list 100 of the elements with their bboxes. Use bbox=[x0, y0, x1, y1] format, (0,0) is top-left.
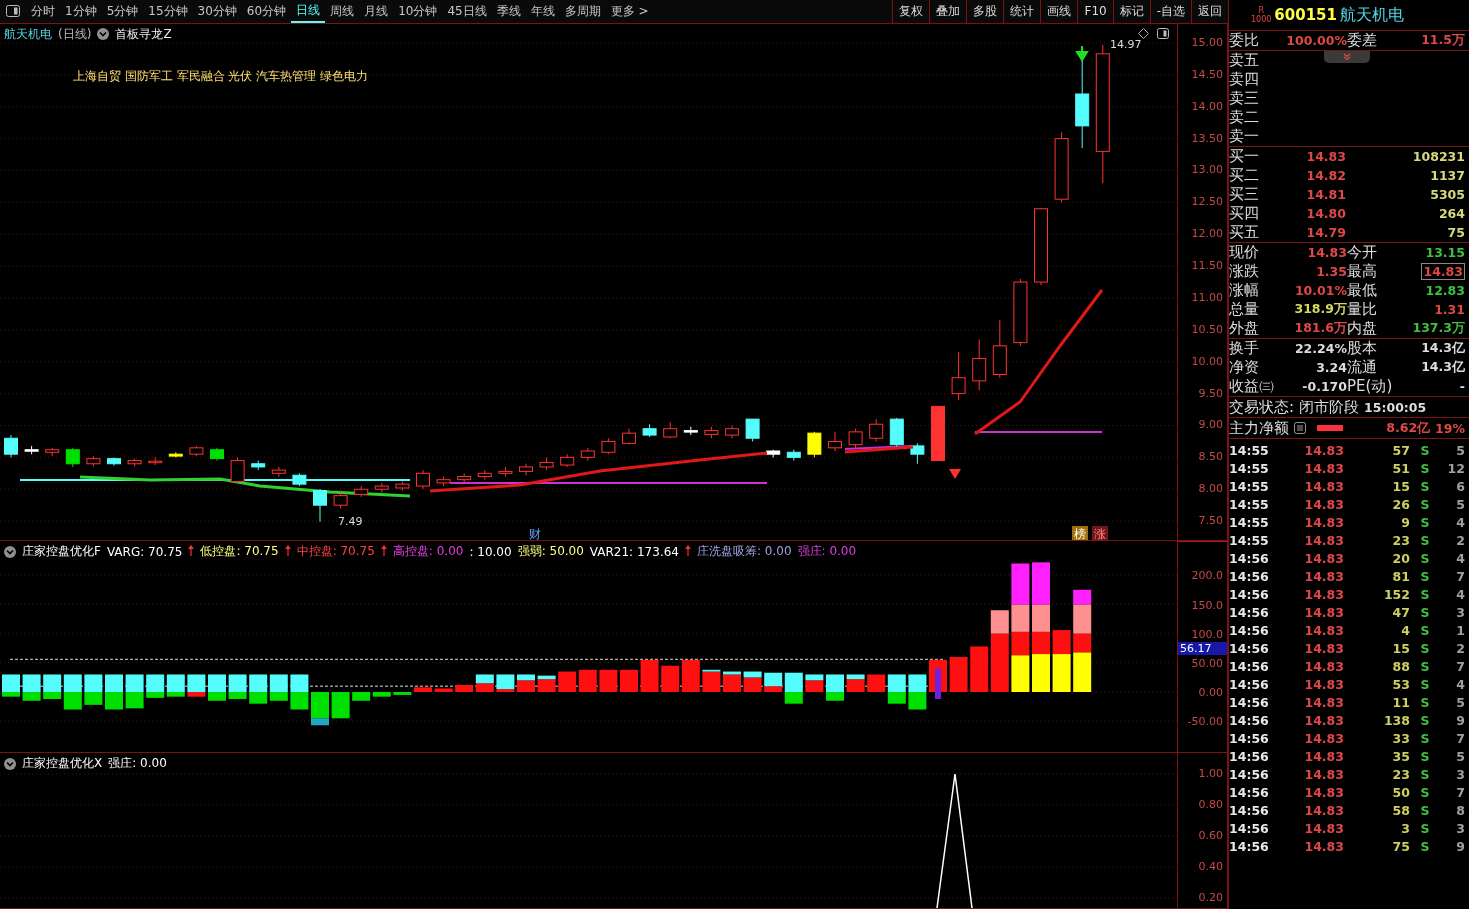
indicator-name: 庄家控盘优化X bbox=[22, 755, 103, 773]
trade-volume: 23 bbox=[1391, 766, 1410, 782]
trade-side: S bbox=[1419, 550, 1431, 566]
trade-time: 14:56 bbox=[1229, 748, 1270, 764]
period-tab[interactable]: 60分钟 bbox=[241, 0, 292, 23]
trade-price: 14.83 bbox=[1303, 766, 1344, 782]
arrow-up-icon bbox=[684, 544, 691, 556]
trade-volume: 3 bbox=[1400, 820, 1410, 836]
candle bbox=[622, 428, 636, 446]
toolbar-button[interactable]: 叠加 bbox=[929, 0, 967, 23]
axis-label: 13.00 bbox=[1191, 163, 1223, 177]
collapse-icon[interactable] bbox=[4, 545, 16, 558]
trade-side: S bbox=[1419, 838, 1431, 854]
period-tab[interactable]: 更多 > bbox=[605, 0, 654, 23]
expand-button[interactable] bbox=[1324, 51, 1370, 63]
toolbar-button[interactable]: 画线 bbox=[1040, 0, 1078, 23]
period-tab[interactable]: 分时 bbox=[26, 0, 60, 23]
candle bbox=[786, 449, 801, 462]
toolbar-button[interactable]: 标记 bbox=[1112, 0, 1150, 23]
period-tab[interactable]: 45日线 bbox=[442, 0, 492, 23]
diamond-icon[interactable] bbox=[1138, 27, 1150, 39]
period-tab[interactable]: 5分钟 bbox=[101, 0, 144, 23]
candle bbox=[354, 485, 369, 498]
quote-label: 委差 bbox=[1347, 31, 1378, 50]
toolbar-button[interactable]: 统计 bbox=[1003, 0, 1041, 23]
status-value: 闭市阶段 bbox=[1299, 397, 1360, 417]
collapse-icon[interactable] bbox=[4, 757, 16, 770]
candle bbox=[807, 431, 822, 458]
axis-label: 9.00 bbox=[1198, 418, 1223, 432]
quote-value: -0.170 bbox=[1302, 379, 1347, 394]
trade-volume: 26 bbox=[1391, 496, 1410, 512]
list-icon[interactable] bbox=[1294, 422, 1306, 434]
axis-label: 1.00 bbox=[1198, 767, 1223, 781]
toolbar-button[interactable]: F10 bbox=[1077, 0, 1113, 23]
quote-value: 14.3亿 bbox=[1421, 359, 1465, 376]
candle bbox=[45, 447, 60, 457]
axis-label: 15.00 bbox=[1191, 35, 1223, 49]
toolbar-button[interactable]: 多股 bbox=[966, 0, 1004, 23]
trade-side: S bbox=[1419, 514, 1431, 530]
candle bbox=[498, 466, 513, 477]
panel-toggle-icon[interactable] bbox=[1157, 27, 1170, 39]
collapse-icon[interactable] bbox=[97, 28, 110, 41]
status-label: 交易状态: bbox=[1229, 397, 1295, 417]
quote-value: 13.15 bbox=[1425, 245, 1465, 260]
period-tab[interactable]: 年线 bbox=[525, 0, 560, 23]
period-tab[interactable]: 30分钟 bbox=[192, 0, 242, 23]
indicator-value: 强庄: 0.00 bbox=[108, 755, 167, 773]
candle bbox=[766, 449, 781, 458]
trade-count: 5 bbox=[1455, 496, 1465, 512]
indicator-value: 低控盘: 70.75 bbox=[200, 543, 279, 561]
trade-count: 7 bbox=[1455, 658, 1465, 674]
period-tab[interactable]: 季线 bbox=[491, 0, 526, 23]
axis-label: 50.00 bbox=[1191, 657, 1223, 670]
candle bbox=[148, 456, 163, 466]
trade-volume: 88 bbox=[1391, 658, 1410, 674]
quote-value: 14.83 bbox=[1421, 263, 1465, 280]
ask-label: 卖二 bbox=[1229, 108, 1260, 127]
candle bbox=[539, 456, 554, 471]
quote-label: 最高 bbox=[1347, 262, 1378, 281]
period-tab[interactable]: 1分钟 bbox=[60, 0, 102, 23]
quote-value: 3.24 bbox=[1316, 360, 1347, 375]
toolbar-button[interactable]: 返回 bbox=[1191, 0, 1228, 23]
candle bbox=[313, 488, 327, 523]
main-net-percent: 19% bbox=[1435, 420, 1465, 436]
period-tab[interactable]: 15分钟 bbox=[143, 0, 193, 23]
quote-value: 10.01% bbox=[1294, 283, 1347, 298]
axis-label: 0.00 bbox=[1198, 686, 1223, 700]
period-tab[interactable]: 月线 bbox=[359, 0, 394, 23]
trade-price: 14.83 bbox=[1303, 640, 1344, 656]
candle bbox=[642, 423, 657, 438]
candle bbox=[127, 458, 142, 467]
bid-volume: 1137 bbox=[1430, 168, 1465, 183]
bid-label: 买五 bbox=[1229, 223, 1260, 242]
trade-count: 4 bbox=[1455, 514, 1465, 530]
trade-price: 14.83 bbox=[1303, 532, 1344, 548]
trade-time: 14:56 bbox=[1229, 730, 1270, 746]
period-tab[interactable]: 周线 bbox=[325, 0, 360, 23]
main-net-label: 主力净额 bbox=[1229, 418, 1289, 438]
quote-value: - bbox=[1459, 379, 1465, 394]
period-tab[interactable]: 10分钟 bbox=[393, 0, 443, 23]
trade-time: 14:56 bbox=[1229, 640, 1270, 656]
trade-volume: 20 bbox=[1391, 550, 1410, 566]
toolbar-button[interactable]: 复权 bbox=[892, 0, 930, 23]
toolbar-button[interactable]: -自选 bbox=[1149, 0, 1191, 23]
period-tab[interactable]: 日线 bbox=[291, 0, 326, 23]
down-arrow-icon bbox=[1076, 44, 1088, 62]
bid-label: 买二 bbox=[1229, 166, 1260, 185]
status-time: 15:00:05 bbox=[1364, 399, 1427, 415]
axis-label: 12.00 bbox=[1191, 227, 1223, 241]
chart-marker-tag: 榜 bbox=[1072, 525, 1088, 541]
candle bbox=[828, 431, 842, 452]
axis-label: 0.60 bbox=[1198, 829, 1223, 843]
candle bbox=[725, 424, 739, 439]
trade-count: 5 bbox=[1455, 442, 1465, 458]
period-tab[interactable]: 多周期 bbox=[559, 0, 606, 23]
quote-label: PE(动) bbox=[1347, 377, 1391, 396]
trade-count: 7 bbox=[1455, 784, 1465, 800]
trade-side: S bbox=[1419, 694, 1431, 710]
trade-count: 12 bbox=[1446, 460, 1465, 476]
candle bbox=[210, 447, 224, 462]
